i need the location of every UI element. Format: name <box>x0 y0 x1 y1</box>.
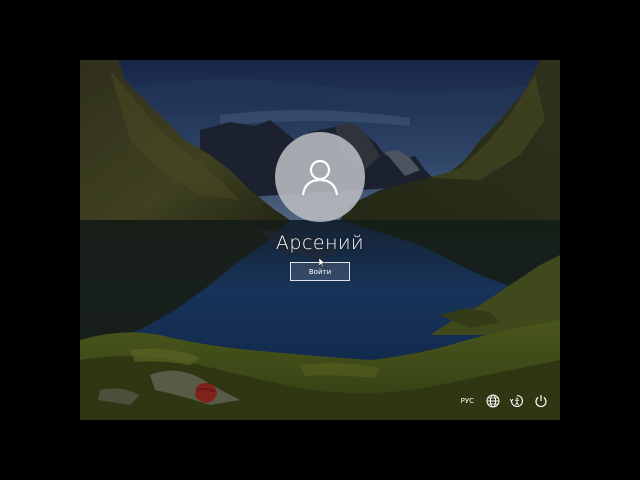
power-icon[interactable] <box>533 393 548 408</box>
user-avatar <box>275 132 365 222</box>
system-tray: РУС <box>461 393 548 408</box>
lock-screen: Арсений Войти РУС <box>80 60 560 420</box>
ease-of-access-icon[interactable] <box>509 393 524 408</box>
user-silhouette-icon <box>301 159 339 196</box>
globe-icon[interactable] <box>485 393 500 408</box>
mouse-cursor-icon <box>319 258 325 267</box>
language-indicator[interactable]: РУС <box>461 397 474 405</box>
username-label: Арсений <box>275 232 365 254</box>
